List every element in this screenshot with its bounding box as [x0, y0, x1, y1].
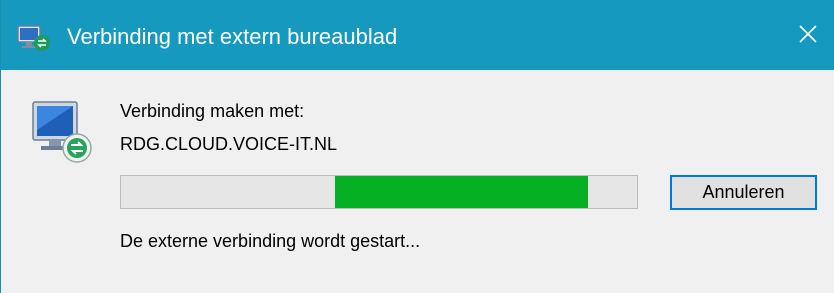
progress-fill [335, 176, 588, 208]
host-name: RDG.CLOUD.VOICE-IT.NL [120, 134, 338, 154]
connecting-label: Verbinding maken met: [120, 101, 305, 121]
title-bar[interactable]: Verbinding met extern bureaublad [1, 0, 834, 70]
window-title: Verbinding met extern bureaublad [67, 24, 398, 49]
cancel-button[interactable]: Annuleren [670, 175, 817, 210]
close-icon [798, 24, 818, 49]
remote-desktop-icon [17, 24, 51, 52]
dialog-content: Verbinding maken met: RDG.CLOUD.VOICE-IT… [1, 70, 834, 293]
connection-progress-bar [120, 175, 638, 209]
remote-desktop-monitor-icon [29, 100, 99, 166]
close-button[interactable] [783, 14, 833, 58]
status-text: De externe verbinding wordt gestart... [120, 231, 421, 251]
remote-desktop-dialog: Verbinding met extern bureaublad Verbind… [0, 0, 834, 293]
